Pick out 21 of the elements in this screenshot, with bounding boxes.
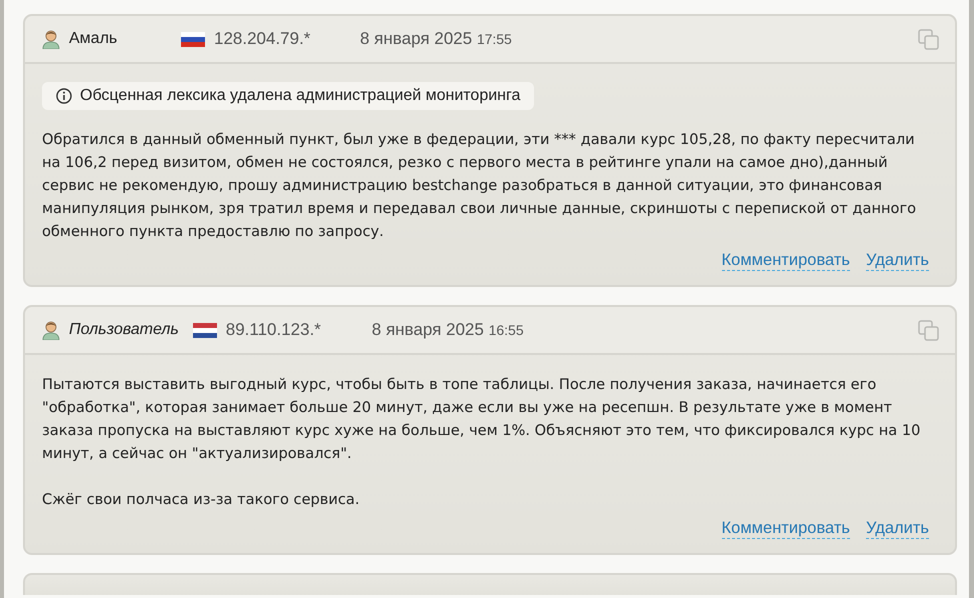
review-text: Сжёг свои полчаса из-за такого сервиса.	[42, 490, 360, 510]
action-link[interactable]: Комментировать	[722, 251, 850, 271]
ip-address: 128.204.79.*	[214, 29, 312, 49]
action-link[interactable]: Удалить	[866, 519, 929, 539]
author-name: Амаль	[69, 30, 118, 48]
notice-text: Обсценная лексика удалена администрацией мониторинга	[80, 87, 520, 105]
user-icon	[41, 29, 61, 49]
flag-icon	[192, 322, 217, 338]
review-text: Обратился в данный обменный пункт, был уже в федерации, эти *** давали курс 105,28, по факту пересчитали на 106,2 перед визитом, обмен не состоялся, резко с первого места в рейтинге упали на самое дно),данный сервис не рекомендую, прошу администрацию bestchange разобраться в данной ситуации, это финансовая манипуляция рынком, зря тратил время и передавал свои личные данные, скриншоты с перепиской от данного обменного пункта предоставлю по запросу.	[42, 130, 918, 242]
copy-icon[interactable]	[918, 28, 939, 50]
copy-icon[interactable]	[918, 320, 939, 340]
user-icon	[41, 320, 61, 340]
info-icon	[56, 88, 72, 104]
review-date: 8 января 2025 17:55	[360, 29, 512, 49]
author-name: Пользователь	[69, 321, 179, 339]
action-link[interactable]: Комментировать	[722, 519, 850, 539]
review-text: Пытаются выставить выгодный курс, чтобы быть в топе таблицы. После получения заказа, начинается его "обработка", которая занимает больше 20 минут, даже если вы уже на ресепшн. В результате уже в момент заказа пропуска на выставляют курс хуже на больше, чем 1%. Объясняют это тем, что фиксировался курс на 10 минут, а сейчас он "актуализировался".	[42, 375, 922, 464]
action-link[interactable]: Удалить	[866, 251, 929, 271]
ip-address: 89.110.123.*	[226, 320, 322, 340]
flag-icon	[181, 32, 205, 46]
review-date: 8 января 2025 16:55	[372, 320, 524, 340]
